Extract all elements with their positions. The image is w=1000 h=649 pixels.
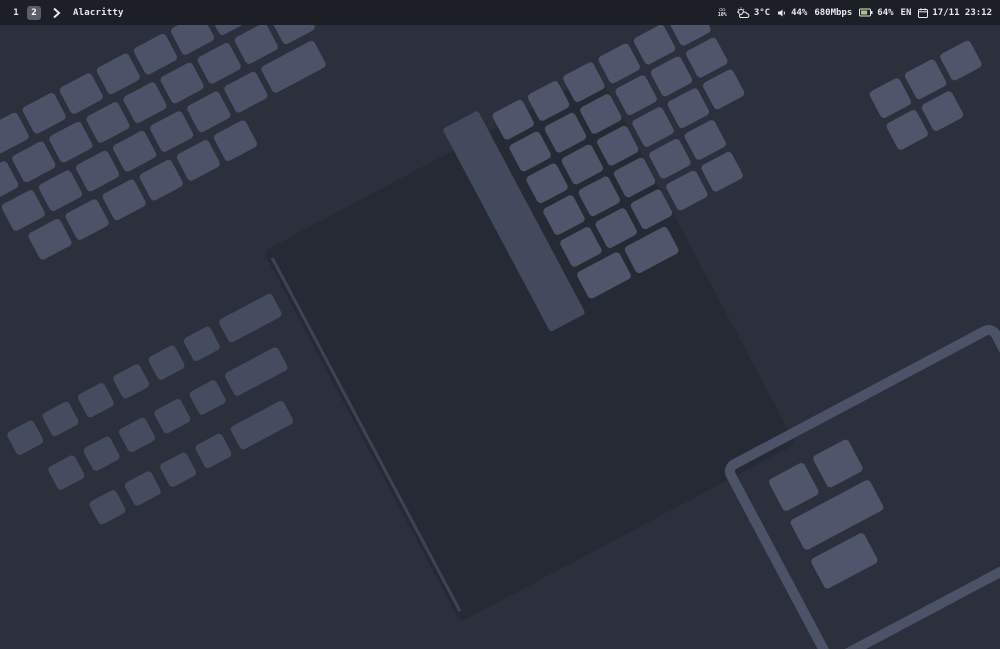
battery-label: 64% [877, 7, 894, 18]
workspace-1-button[interactable]: 1 [9, 6, 23, 20]
temperature-label: 3°C [753, 7, 771, 18]
battery-icon [859, 8, 873, 17]
datetime-label: 17/11 23:12 [932, 7, 992, 18]
calendar-icon [918, 7, 929, 18]
battery-widget[interactable]: 64% [859, 7, 894, 18]
volume-label: 44% [791, 7, 808, 18]
top-bar: 1 2 Alacritty ○○ 10% 3°C 44% 680Mbps 64%… [0, 0, 1000, 25]
workspace-2-button[interactable]: 2 [27, 5, 41, 20]
cpu-usage: 10% [717, 11, 727, 18]
weather-widget[interactable]: 3°C [736, 7, 770, 19]
network-widget[interactable]: 680Mbps [814, 8, 852, 18]
volume-widget[interactable]: 44% [777, 8, 807, 18]
speaker-icon [778, 9, 786, 16]
chevron-right-icon [53, 7, 61, 18]
keyboard-layout-label: EN [900, 7, 912, 18]
keyboard-layout-widget[interactable]: EN [901, 8, 912, 18]
cpu-indicator: ○○ 10% [717, 7, 727, 18]
window-title: Alacritty [73, 7, 124, 18]
status-area: ○○ 10% 3°C 44% 680Mbps 64% EN 17/11 23:1… [718, 7, 992, 19]
wallpaper-keyboards [0, 0, 1000, 649]
network-speed-label: 680Mbps [814, 7, 853, 18]
desktop: 1 2 Alacritty ○○ 10% 3°C 44% 680Mbps 64%… [0, 0, 1000, 649]
partly-cloudy-icon [736, 7, 750, 18]
clock-widget[interactable]: 17/11 23:12 [918, 8, 992, 18]
